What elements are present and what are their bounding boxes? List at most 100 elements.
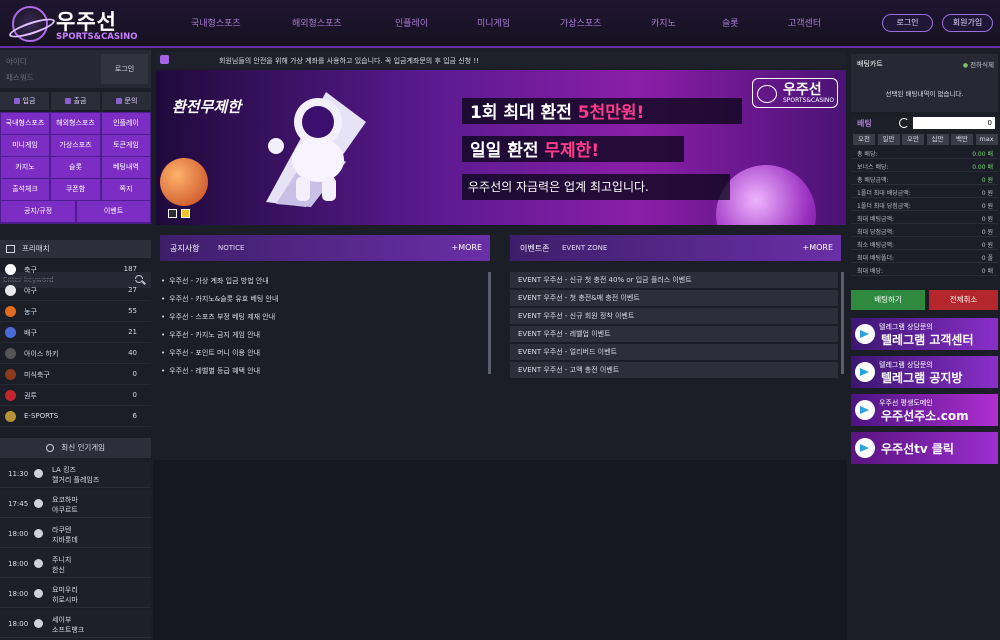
notice-item[interactable]: 우주선 - 카지노 금지 게임 안내 <box>161 330 260 340</box>
game-row[interactable]: 18:00 주니치 한신 <box>0 550 151 578</box>
sport-count: 55 <box>128 307 137 315</box>
sport-item[interactable]: 아이스 하키 40 <box>0 344 151 364</box>
bet-chip[interactable]: 오천 <box>853 134 875 145</box>
menu-bet-history[interactable]: 베팅내역 <box>102 157 150 178</box>
menu-inplay[interactable]: 인플레이 <box>102 113 150 134</box>
refresh-icon[interactable] <box>899 118 909 128</box>
bet-chip[interactable]: 일만 <box>877 134 900 145</box>
side-banner[interactable]: 우주선 평생도메인 우주선주소.com <box>851 394 998 426</box>
sport-name: 아이스 하키 <box>24 350 59 358</box>
sport-item[interactable]: 야구 27 <box>0 281 151 301</box>
bet-summary-row: 최대 배팅폴더: 0 폴 <box>851 252 998 263</box>
game-time: 18:00 <box>8 560 29 568</box>
game-row[interactable]: 11:30 LA 킹즈 캘거리 플레임즈 <box>0 460 151 488</box>
nav-casino[interactable]: 카지노 <box>651 16 676 29</box>
event-more-link[interactable]: +MORE <box>802 243 833 252</box>
notice-item[interactable]: 우주선 - 카지노&슬롯 유효 베팅 안내 <box>161 294 278 304</box>
menu-event[interactable]: 이벤트 <box>77 201 150 222</box>
place-bet-button[interactable]: 배팅하기 <box>851 290 925 310</box>
event-item[interactable]: EVENT 우주선 - 얼리버드 이벤트 <box>510 344 838 360</box>
menu-minigame[interactable]: 미니게임 <box>1 135 49 156</box>
menu-message[interactable]: 쪽지 <box>102 179 150 200</box>
menu-overseas-sports[interactable]: 해외형스포츠 <box>51 113 100 134</box>
notice-more-link[interactable]: +MORE <box>451 243 482 252</box>
menu-slot[interactable]: 슬롯 <box>51 157 100 178</box>
clear-all-button[interactable]: 전체취소 <box>929 290 998 310</box>
nav-customer-center[interactable]: 고객센터 <box>788 16 821 29</box>
event-item[interactable]: EVENT 우주선 - 레벨업 이벤트 <box>510 326 838 342</box>
bet-chip[interactable]: 십만 <box>926 134 949 145</box>
side-banner[interactable]: 텔레그램 상담문의 텔레그램 고객센터 <box>851 318 998 350</box>
menu-notice-rules[interactable]: 공지/규정 <box>1 201 75 222</box>
bet-summary-row: 최소 배팅금액: 0 원 <box>851 239 998 250</box>
sport-item[interactable]: 미식축구 0 <box>0 365 151 385</box>
sport-item[interactable]: 배구 21 <box>0 323 151 343</box>
bet-chip[interactable]: 백만 <box>951 134 973 145</box>
game-row[interactable]: 18:00 라쿠텐 지바롯데 <box>0 520 151 548</box>
menu-token-game[interactable]: 토큰게임 <box>102 135 150 156</box>
bet-chip[interactable]: max <box>975 134 998 145</box>
nav-virtual-sports[interactable]: 가상스포츠 <box>560 16 601 29</box>
bet-amount-label: 배팅 <box>857 119 872 128</box>
notice-scrollbar[interactable] <box>488 272 491 374</box>
game-row[interactable]: 17:45 요코하마 야쿠르트 <box>0 490 151 518</box>
bet-summary-label: 최대 배팅폴더: <box>857 255 895 262</box>
menu-attendance[interactable]: 출석체크 <box>1 179 49 200</box>
bet-summary-value: 0.00 배 <box>972 151 993 158</box>
signup-button[interactable]: 회원가입 <box>942 14 993 32</box>
event-item[interactable]: EVENT 우주선 - 고액 충전 이벤트 <box>510 362 838 378</box>
password-input[interactable]: 패스워드 <box>6 72 34 83</box>
notice-item[interactable]: 우주선 - 포인트 머니 이용 안내 <box>161 348 260 358</box>
slider-dot-2[interactable] <box>181 209 190 218</box>
sport-item[interactable]: E-SPORTS 6 <box>0 407 151 427</box>
login-button[interactable]: 로그인 <box>882 14 933 32</box>
sport-item[interactable]: 축구 187 <box>0 260 151 280</box>
game-row[interactable]: 18:00 세이부 소프트뱅크 <box>0 610 151 638</box>
hero-banner[interactable]: 환전무제한 1회 최대 환전 5천만원! 일일 환전 무제한! 우주선의 자금력… <box>156 70 846 225</box>
site-logo[interactable]: 우주선 SPORTS&CASINO <box>12 6 160 42</box>
bet-summary-value: 0 원 <box>981 203 993 210</box>
sport-item[interactable]: 농구 55 <box>0 302 151 322</box>
bet-amount-input[interactable]: 0 <box>913 117 995 129</box>
bet-summary-label: 총 배당: <box>857 151 878 158</box>
nav-domestic-sports[interactable]: 국내형스포츠 <box>191 16 241 29</box>
nav-inplay[interactable]: 인플레이 <box>395 16 428 29</box>
event-item[interactable]: EVENT 우주선 - 신규 회원 정착 이벤트 <box>510 308 838 324</box>
bet-amount-row: 배팅 0 <box>851 116 998 130</box>
bet-cart-sync-toggle[interactable]: 전하식제 <box>963 59 994 69</box>
event-item[interactable]: EVENT 우주선 - 첫 충전&매 충전 이벤트 <box>510 290 838 306</box>
notice-item[interactable]: 우주선 - 레벨별 등급 혜택 안내 <box>161 366 260 376</box>
side-banner-title: 텔레그램 공지방 <box>881 371 963 385</box>
inquiry-button[interactable]: 문의 <box>102 92 151 110</box>
nav-slot[interactable]: 슬롯 <box>722 16 739 29</box>
menu-casino[interactable]: 카지노 <box>1 157 49 178</box>
game-row[interactable]: 18:00 요미우리 히로시마 <box>0 580 151 608</box>
bet-summary-value: 0 원 <box>981 229 993 236</box>
game-time: 18:00 <box>8 620 29 628</box>
popular-header: 최신 인기게임 <box>0 438 151 458</box>
side-banner[interactable]: 텔레그램 상담문의 텔레그램 공지방 <box>851 356 998 388</box>
logo-sub-text: SPORTS&CASINO <box>56 32 138 42</box>
sport-item[interactable]: 권투 0 <box>0 386 151 406</box>
nav-minigame[interactable]: 미니게임 <box>477 16 510 29</box>
astronaut-illustration <box>266 92 366 207</box>
event-scrollbar[interactable] <box>841 272 844 374</box>
slider-dot-1[interactable] <box>168 209 177 218</box>
menu-virtual-sports[interactable]: 가상스포츠 <box>51 135 100 156</box>
side-banner[interactable]: 우주선tv 클릭 <box>851 432 998 464</box>
event-item[interactable]: EVENT 우주선 - 신규 첫 충전 40% or 입금 플러스 이벤트 <box>510 272 838 288</box>
notice-item[interactable]: 우주선 - 스포츠 부정 베팅 제재 안내 <box>161 312 275 322</box>
menu-domestic-sports[interactable]: 국내형스포츠 <box>1 113 49 134</box>
sport-count: 21 <box>128 328 137 336</box>
bet-chip[interactable]: 오만 <box>902 134 924 145</box>
sidebar-login-button[interactable]: 로그인 <box>101 54 148 84</box>
notice-item[interactable]: 우주선 - 가상 계좌 입금 방법 안내 <box>161 276 269 286</box>
game-away-team: 히로시마 <box>52 596 78 604</box>
id-input[interactable]: 아이디 <box>6 56 27 67</box>
withdraw-button[interactable]: 출금 <box>51 92 100 110</box>
menu-coupon[interactable]: 쿠폰함 <box>51 179 100 200</box>
trophy-icon <box>45 444 54 452</box>
deposit-button[interactable]: 입금 <box>0 92 49 110</box>
nav-overseas-sports[interactable]: 해외형스포츠 <box>292 16 342 29</box>
pink-planet <box>716 165 816 225</box>
